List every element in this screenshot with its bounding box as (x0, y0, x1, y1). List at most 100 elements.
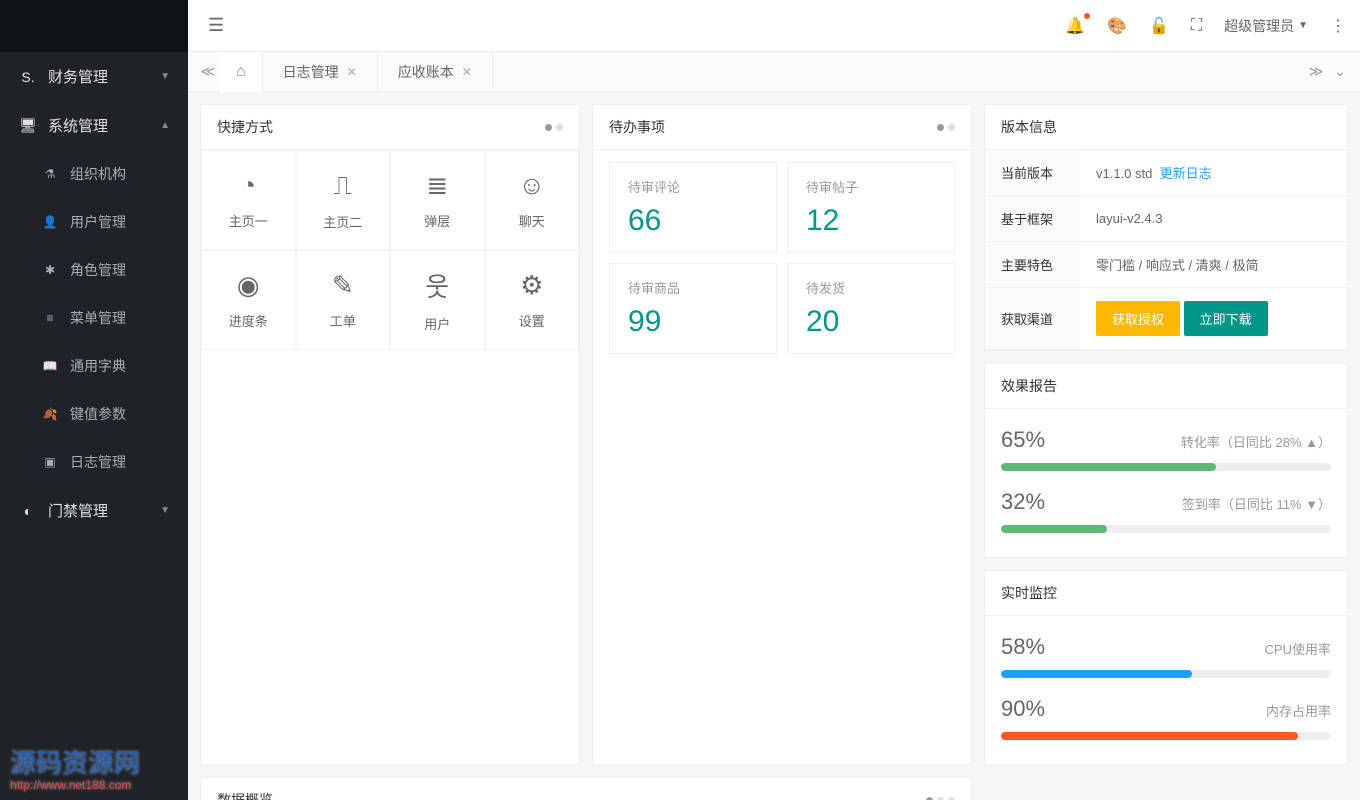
info-key: 当前版本 (985, 150, 1080, 196)
close-icon[interactable]: ✕ (462, 65, 472, 79)
nav-icon: ◐ (18, 503, 38, 519)
progress-bar (1001, 732, 1331, 740)
info-val: layui-v2.4.3 (1080, 196, 1347, 242)
shortcut-label: 工单 (330, 311, 356, 330)
shortcut-icon: ✎ (332, 270, 354, 301)
chevron-icon: ▼ (160, 505, 170, 516)
todo-value: 20 (806, 305, 936, 339)
info-key: 主要特色 (985, 242, 1080, 288)
shortcut[interactable]: ✎ 工单 (296, 250, 391, 350)
shortcut[interactable]: ⚙设置 (485, 250, 580, 350)
main: ☰ 🔔 🎨 🔓 ⛶ 超级管理员 ▼ ⋮ ≪ ⌂ 日志管理✕应收账本✕ ≫ ⌄ 快… (188, 0, 1360, 800)
card-title: 快捷方式 (217, 117, 273, 137)
todo-label: 待审帖子 (806, 177, 936, 196)
todos-card: 待办事项 待审评论 66 待审帖子 12 待审商品 99 待发货 20 (592, 104, 972, 765)
sidebar: S.财务管理▼🖥系统管理▲⚗组织机构👤用户管理✱角色管理≡菜单管理📖通用字典🍂键… (0, 0, 188, 800)
report-row: 90% 内存占用率 (1001, 696, 1331, 740)
nav-icon: ✱ (40, 263, 60, 277)
nav-group[interactable]: ◐门禁管理▼ (0, 486, 188, 535)
nav-icon: ⚗ (40, 167, 60, 181)
shortcut[interactable]: ◔主页一 (201, 150, 296, 250)
tab[interactable]: 日志管理✕ (263, 52, 378, 92)
theme-icon[interactable]: 🎨 (1107, 16, 1127, 36)
todo-value: 66 (628, 204, 758, 238)
shortcut[interactable]: ≣弹层 (390, 150, 485, 250)
nav-group[interactable]: 🖥系统管理▲ (0, 101, 188, 150)
tab-next-icon[interactable]: ≫ (1304, 63, 1328, 80)
topbar: ☰ 🔔 🎨 🔓 ⛶ 超级管理员 ▼ ⋮ (188, 0, 1360, 52)
info-val: 获取授权 立即下载 (1080, 288, 1347, 350)
nav-item[interactable]: 📖通用字典 (0, 342, 188, 390)
nav-item[interactable]: 🍂键值参数 (0, 390, 188, 438)
todo-value: 99 (628, 305, 758, 339)
report-label: 内存占用率 (1266, 701, 1331, 720)
card-title: 数据概览 (217, 790, 273, 800)
report-label: CPU使用率 (1265, 639, 1331, 658)
monitor-card: 实时监控 58%CPU使用率90%内存占用率 (984, 570, 1348, 765)
info-key: 获取渠道 (985, 288, 1080, 350)
todo-label: 待发货 (806, 278, 936, 297)
info-key: 基于框架 (985, 196, 1080, 242)
nav-icon: 👤 (40, 215, 60, 229)
nav-icon: S. (18, 69, 38, 85)
nav-item[interactable]: ⚗组织机构 (0, 150, 188, 198)
shortcut-label: 主页二 (323, 212, 362, 231)
shortcut[interactable]: 웃用户 (390, 250, 485, 350)
progress-bar (1001, 670, 1331, 678)
nav-item[interactable]: ✱角色管理 (0, 246, 188, 294)
shortcut-icon: ◔ (240, 170, 256, 201)
nav-item[interactable]: 👤用户管理 (0, 198, 188, 246)
nav-item[interactable]: ▣日志管理 (0, 438, 188, 486)
shortcut-icon: ≣ (426, 170, 448, 201)
shortcut[interactable]: ⎍ 主页二 (296, 150, 391, 250)
bell-icon[interactable]: 🔔 (1065, 16, 1085, 36)
nav: S.财务管理▼🖥系统管理▲⚗组织机构👤用户管理✱角色管理≡菜单管理📖通用字典🍂键… (0, 52, 188, 800)
fullscreen-icon[interactable]: ⛶ (1191, 17, 1202, 35)
todo-item[interactable]: 待审商品 99 (609, 263, 777, 354)
shortcuts-card: 快捷方式 ◔主页一 ⎍ 主页二 ≣弹层☺聊天 ◉ 进度条 ✎ 工单 웃用户⚙设置 (200, 104, 580, 765)
report-row: 65% 转化率（日同比 28% ▲） (1001, 427, 1331, 471)
todo-item[interactable]: 待审帖子 12 (787, 162, 955, 253)
tab-home[interactable]: ⌂ (220, 52, 263, 92)
shortcut[interactable]: ☺聊天 (485, 150, 580, 250)
lock-icon[interactable]: 🔓 (1149, 16, 1169, 36)
todo-value: 12 (806, 204, 936, 238)
changelog-link[interactable]: 更新日志 (1160, 166, 1212, 181)
tab[interactable]: 应收账本✕ (378, 52, 493, 92)
todo-label: 待审商品 (628, 278, 758, 297)
nav-item[interactable]: ≡菜单管理 (0, 294, 188, 342)
report-label: 签到率（日同比 11% ▼） (1182, 494, 1331, 513)
shortcut-label: 聊天 (519, 211, 545, 230)
todo-label: 待审评论 (628, 177, 758, 196)
card-title: 待办事项 (609, 117, 665, 137)
nav-icon: ≡ (40, 311, 60, 325)
report-label: 转化率（日同比 28% ▲） (1181, 432, 1331, 451)
tab-dropdown-icon[interactable]: ⌄ (1328, 63, 1352, 80)
download-button[interactable]: 立即下载 (1184, 301, 1268, 336)
nav-icon: 📖 (40, 359, 60, 373)
auth-button[interactable]: 获取授权 (1096, 301, 1180, 336)
tab-prev-icon[interactable]: ≪ (196, 63, 220, 80)
shortcut-icon: ◉ (237, 270, 260, 301)
shortcut[interactable]: ◉ 进度条 (201, 250, 296, 350)
version-card: 版本信息 当前版本v1.1.0 std 更新日志基于框架layui-v2.4.3… (984, 104, 1348, 351)
menu-toggle-icon[interactable]: ☰ (202, 9, 230, 42)
shortcut-label: 进度条 (229, 311, 268, 330)
todo-item[interactable]: 待发货 20 (787, 263, 955, 354)
report-pct: 65% (1001, 427, 1045, 453)
shortcut-icon: ⎍ (334, 170, 352, 202)
nav-group[interactable]: S.财务管理▼ (0, 52, 188, 101)
close-icon[interactable]: ✕ (347, 65, 357, 79)
overview-card: 数据概览 今日流量趋势 020,00040,00060,00080,00006:… (200, 777, 972, 800)
todo-item[interactable]: 待审评论 66 (609, 162, 777, 253)
nav-icon: ▣ (40, 455, 60, 469)
user-menu[interactable]: 超级管理员 ▼ (1224, 16, 1308, 36)
info-val: 零门槛 / 响应式 / 清爽 / 极简 (1080, 242, 1347, 288)
report-pct: 90% (1001, 696, 1045, 722)
more-icon[interactable]: ⋮ (1330, 16, 1346, 36)
nav-icon: 🖥 (18, 117, 38, 134)
nav-icon: 🍂 (40, 407, 60, 421)
shortcut-icon: ⚙ (520, 270, 543, 301)
progress-bar (1001, 463, 1331, 471)
shortcut-label: 用户 (424, 314, 450, 333)
